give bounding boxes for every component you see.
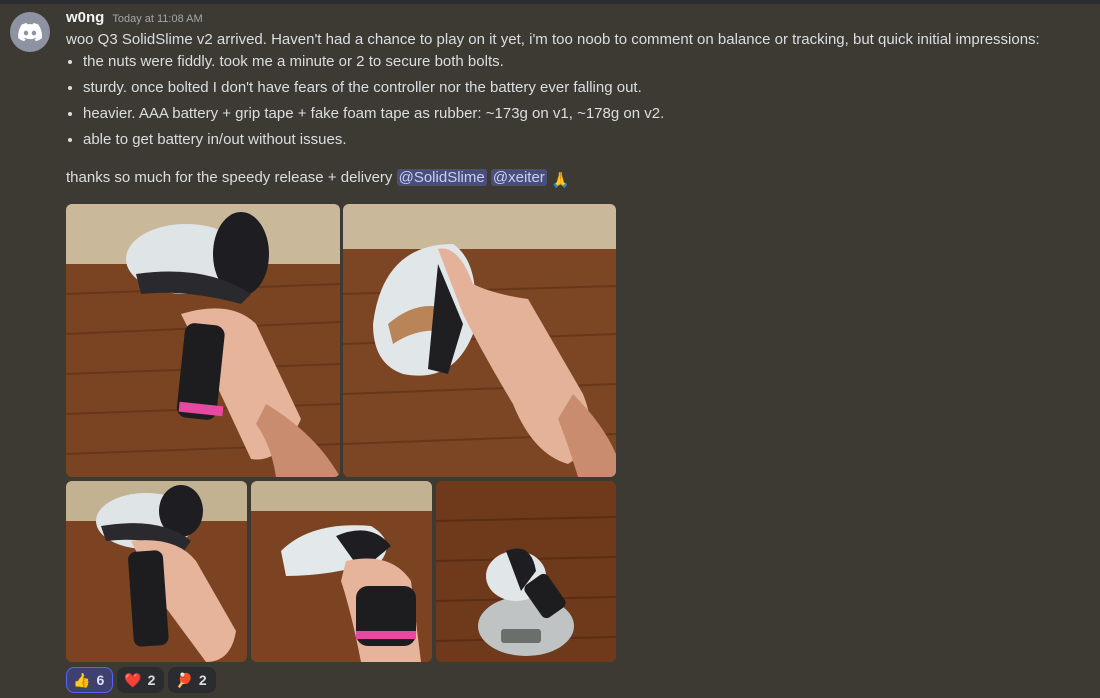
reaction-heart[interactable]: ❤️ 2	[117, 667, 165, 693]
mention-xeiter[interactable]: @xeiter	[490, 169, 547, 186]
attachment-image-1[interactable]	[66, 204, 340, 477]
reaction-count: 2	[147, 672, 156, 688]
mention-solidslime[interactable]: @SolidSlime	[396, 169, 487, 186]
list-item: able to get battery in/out without issue…	[83, 131, 1086, 149]
chat-message: w0ng Today at 11:08 AM woo Q3 SolidSlime…	[0, 4, 1100, 698]
attachment-image-3[interactable]	[66, 481, 247, 662]
list-item: the nuts were fiddly. took me a minute o…	[83, 53, 1086, 71]
list-item: heavier. AAA battery + grip tape + fake …	[83, 105, 1086, 123]
list-item: sturdy. once bolted I don't have fears o…	[83, 79, 1086, 97]
reactions-bar: 👍 6 ❤️ 2 🏓 2	[66, 667, 216, 693]
attachment-image-2[interactable]	[343, 204, 616, 477]
message-content: woo Q3 SolidSlime v2 arrived. Haven't ha…	[66, 31, 1086, 190]
controller-held-image	[66, 204, 340, 477]
controller-held-2-image	[66, 481, 247, 662]
closing-text: thanks so much for the speedy release + …	[66, 169, 393, 186]
heart-icon: ❤️	[124, 671, 142, 688]
username[interactable]: w0ng	[66, 9, 104, 26]
ping-pong-icon: 🏓	[175, 671, 193, 688]
attachment-image-4[interactable]	[251, 481, 432, 662]
pray-emoji: 🙏	[550, 172, 570, 189]
thumbs-up-icon: 👍	[73, 671, 91, 688]
reaction-count: 6	[96, 672, 105, 688]
controller-side-image	[251, 481, 432, 662]
message-header: w0ng Today at 11:08 AM	[66, 9, 203, 29]
controller-on-scale-image	[436, 481, 616, 662]
reaction-count: 2	[198, 672, 207, 688]
impressions-list: the nuts were fiddly. took me a minute o…	[66, 53, 1086, 149]
avatar[interactable]	[10, 12, 50, 52]
controller-pointing-image	[343, 204, 616, 477]
attachment-image-5[interactable]	[436, 481, 616, 662]
discord-logo-icon	[18, 23, 42, 41]
timestamp[interactable]: Today at 11:08 AM	[112, 13, 202, 25]
reaction-thumbs-up[interactable]: 👍 6	[66, 667, 114, 693]
message-closing-line: thanks so much for the speedy release + …	[66, 169, 1086, 190]
message-intro: woo Q3 SolidSlime v2 arrived. Haven't ha…	[66, 31, 1040, 48]
reaction-ping-pong[interactable]: 🏓 2	[168, 667, 216, 693]
